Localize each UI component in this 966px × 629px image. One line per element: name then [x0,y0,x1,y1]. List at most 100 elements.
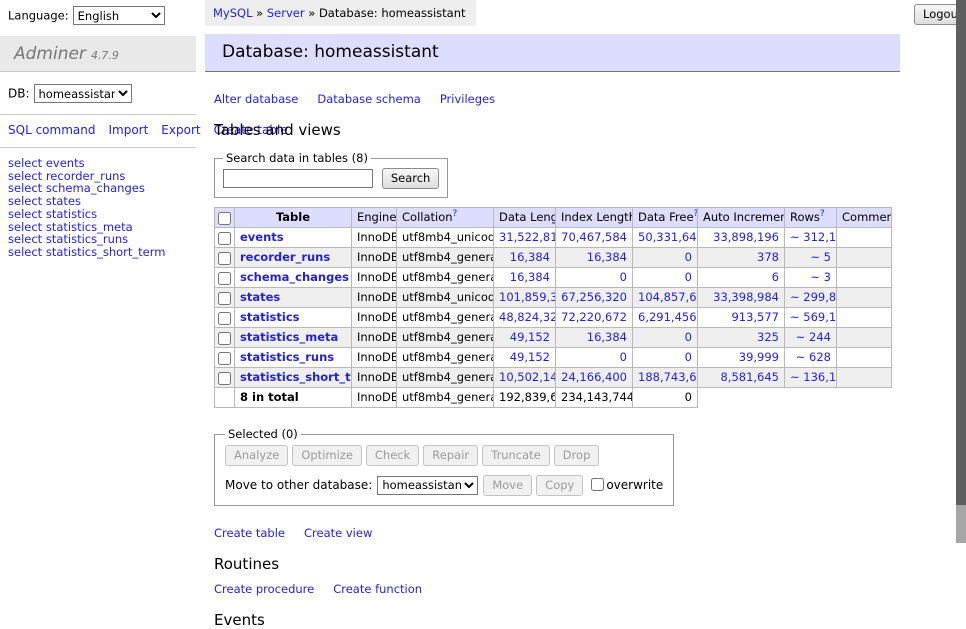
index-length-link[interactable]: 0 [620,270,627,284]
auto-increment-cell: 8,581,645 [698,368,785,388]
index-length-link[interactable]: 16,384 [587,330,627,344]
data-free-link[interactable]: 0 [685,250,692,264]
rows-link[interactable]: ~ 628 [796,350,831,364]
row-checkbox[interactable] [218,312,231,325]
rows-link[interactable]: ~ 312,180 [790,230,837,244]
table-name-link[interactable]: statistics_runs [240,350,334,364]
rows-link[interactable]: ~ 3 [810,270,831,284]
drop-button[interactable]: Drop [554,445,600,466]
auto-increment-link[interactable]: 33,398,984 [713,290,779,304]
row-checkbox[interactable] [218,232,231,245]
comment-cell [837,368,892,388]
table-name-link[interactable]: statistics_short_term [240,370,352,384]
truncate-button[interactable]: Truncate [482,445,550,466]
rows-cell: ~ 312,180 [785,228,837,248]
analyze-button[interactable]: Analyze [225,445,288,466]
version-link[interactable]: 4.7.9 [91,49,119,62]
overwrite-label: overwrite [606,478,663,492]
data-free-link[interactable]: 104,857,600 [638,290,698,304]
alter-database-link[interactable]: Alter database [214,92,298,106]
data-free-help-link[interactable]: ? [694,209,698,219]
data-free-link[interactable]: 50,331,648 [638,230,698,244]
select-events-link[interactable]: select events [8,157,196,170]
row-checkbox[interactable] [218,292,231,305]
data-length-link[interactable]: 10,502,144 [499,370,556,384]
auto-increment-link[interactable]: 8,581,645 [720,370,779,384]
data-free-link[interactable]: 188,743,680 [638,370,698,384]
index-length-link[interactable]: 16,384 [587,250,627,264]
privileges-link[interactable]: Privileges [440,92,495,106]
row-checkbox[interactable] [218,332,231,345]
auto-increment-link[interactable]: 913,577 [731,310,779,324]
vertical-scrollbar[interactable] [956,0,966,543]
rows-help-link[interactable]: ? [820,209,825,219]
auto-increment-link[interactable]: 325 [757,330,779,344]
sql-command-link[interactable]: SQL command [8,123,95,137]
overwrite-checkbox[interactable] [591,478,604,491]
data-free-link[interactable]: 0 [685,330,692,344]
row-checkbox[interactable] [218,272,231,285]
collation-cell: utf8mb4_general_ci [397,328,494,348]
optimize-button[interactable]: Optimize [292,445,362,466]
rows-link[interactable]: ~ 244 [796,330,831,344]
language-select[interactable]: English [73,6,165,25]
select-statistics-short-term-link[interactable]: select statistics_short_term [8,246,196,259]
row-checkbox[interactable] [218,372,231,385]
auto-increment-link[interactable]: 39,999 [739,350,779,364]
breadcrumb-mysql-link[interactable]: MySQL [213,6,253,20]
copy-button[interactable]: Copy [536,475,583,496]
auto-increment-link[interactable]: 378 [757,250,779,264]
search-input[interactable] [223,169,373,188]
move-database-select[interactable]: homeassistant [377,476,478,495]
table-name-link[interactable]: events [240,230,284,244]
rows-link[interactable]: ~ 5 [810,250,831,264]
search-button[interactable]: Search [382,168,440,189]
database-schema-link[interactable]: Database schema [317,92,420,106]
row-checkbox[interactable] [218,352,231,365]
db-select[interactable]: homeassistant [34,84,132,103]
export-link[interactable]: Export [161,123,200,137]
breadcrumb-server-link[interactable]: Server [267,6,305,20]
rows-link[interactable]: ~ 136,108 [790,370,837,384]
table-name-link[interactable]: states [240,290,280,304]
data-free-link[interactable]: 0 [685,270,692,284]
index-length-link[interactable]: 70,467,584 [561,230,627,244]
create-function-link[interactable]: Create function [333,582,422,596]
index-length-link[interactable]: 72,220,672 [561,310,627,324]
check-button[interactable]: Check [366,445,419,466]
table-name-link[interactable]: statistics [240,310,300,324]
import-link[interactable]: Import [108,123,148,137]
move-button[interactable]: Move [483,475,532,496]
rows-link[interactable]: ~ 299,833 [790,290,837,304]
auto-increment-link[interactable]: 6 [772,270,779,284]
data-length-link[interactable]: 48,824,320 [499,310,556,324]
select-states-link[interactable]: select states [8,195,196,208]
table-name-link[interactable]: statistics_meta [240,330,338,344]
data-length-link[interactable]: 49,152 [510,330,550,344]
index-length-link[interactable]: 24,166,400 [561,370,627,384]
sidebar: Language:English Adminer4.7.9 DB:homeass… [0,0,196,543]
data-length-link[interactable]: 31,522,816 [499,230,556,244]
create-view-link[interactable]: Create view [304,526,372,540]
select-statistics-link[interactable]: select statistics [8,208,196,221]
auto-increment-link[interactable]: 33,898,196 [713,230,779,244]
select-all-checkbox[interactable] [218,212,231,225]
rows-header-label: Rows [790,210,820,224]
index-length-link[interactable]: 67,256,320 [561,290,627,304]
data-free-link[interactable]: 6,291,456 [638,310,697,324]
table-name-link[interactable]: recorder_runs [240,250,330,264]
data-length-link[interactable]: 16,384 [510,270,550,284]
data-length-link[interactable]: 16,384 [510,250,550,264]
create-procedure-link[interactable]: Create procedure [214,582,314,596]
row-checkbox[interactable] [218,252,231,265]
rows-link[interactable]: ~ 569,159 [790,310,837,324]
create-table-link[interactable]: Create table [214,526,285,540]
data-length-link[interactable]: 49,152 [510,350,550,364]
repair-button[interactable]: Repair [423,445,478,466]
scrollbar-thumb[interactable] [956,0,966,505]
index-length-link[interactable]: 0 [620,350,627,364]
table-name-link[interactable]: schema_changes [240,270,349,284]
data-free-link[interactable]: 0 [685,350,692,364]
collation-help-link[interactable]: ? [453,209,458,219]
data-length-link[interactable]: 101,859,328 [499,290,556,304]
